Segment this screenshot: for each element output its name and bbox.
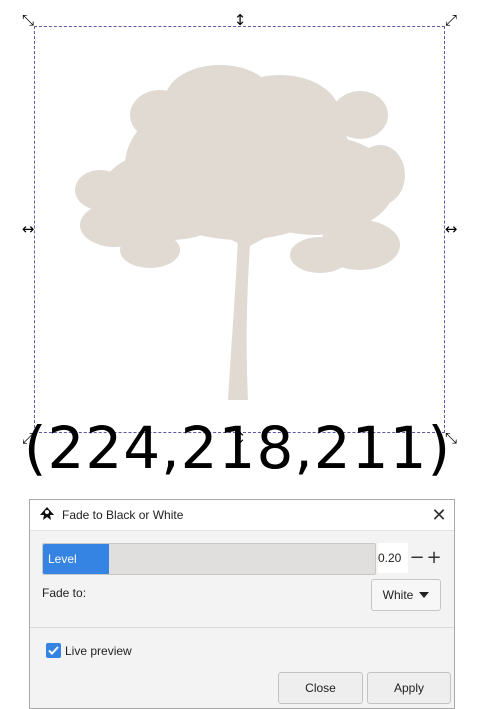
level-increment-button[interactable]: + xyxy=(426,543,442,573)
level-control: Level 0.20 − + xyxy=(42,543,442,575)
fade-dialog: Fade to Black or White ✕ Level 0.20 − + … xyxy=(29,499,455,709)
scale-handle-top[interactable]: ↕ xyxy=(232,12,248,28)
dialog-titlebar[interactable]: Fade to Black or White ✕ xyxy=(30,500,454,531)
scale-handle-bottom[interactable]: ↕ xyxy=(232,430,248,446)
dropdown-arrow-icon xyxy=(419,592,430,598)
fade-to-label: Fade to: xyxy=(42,586,87,600)
scale-handle-left[interactable]: ↔ xyxy=(20,221,36,237)
level-value-input[interactable]: 0.20 xyxy=(378,543,408,573)
divider xyxy=(30,627,454,628)
rgb-value-label: (224,218,211) xyxy=(23,414,452,482)
dialog-title: Fade to Black or White xyxy=(62,508,184,522)
close-icon[interactable]: ✕ xyxy=(424,500,454,530)
fade-to-selected-value: White xyxy=(382,588,414,602)
fade-to-dropdown[interactable]: White xyxy=(371,579,441,611)
apply-button[interactable]: Apply xyxy=(367,672,451,704)
scale-handle-top-right[interactable]: ⤢ xyxy=(443,12,459,28)
tree-silhouette[interactable] xyxy=(60,55,420,400)
canvas-area[interactable]: ⤡ ↕ ⤢ ↔ ↔ ⤢ ⤡ (224,218,211) ↕ xyxy=(0,0,487,490)
scale-handle-top-left[interactable]: ⤡ xyxy=(20,12,36,28)
live-preview-label: Live preview xyxy=(65,643,132,658)
checkbox-checked-icon[interactable] xyxy=(46,643,61,658)
scale-handle-right[interactable]: ↔ xyxy=(443,221,459,237)
level-slider[interactable]: Level xyxy=(42,543,376,575)
live-preview-checkbox[interactable]: Live preview xyxy=(46,643,132,658)
inkscape-icon xyxy=(40,507,54,520)
level-decrement-button[interactable]: − xyxy=(409,543,425,573)
level-label: Level xyxy=(48,552,77,566)
close-button[interactable]: Close xyxy=(278,672,363,704)
